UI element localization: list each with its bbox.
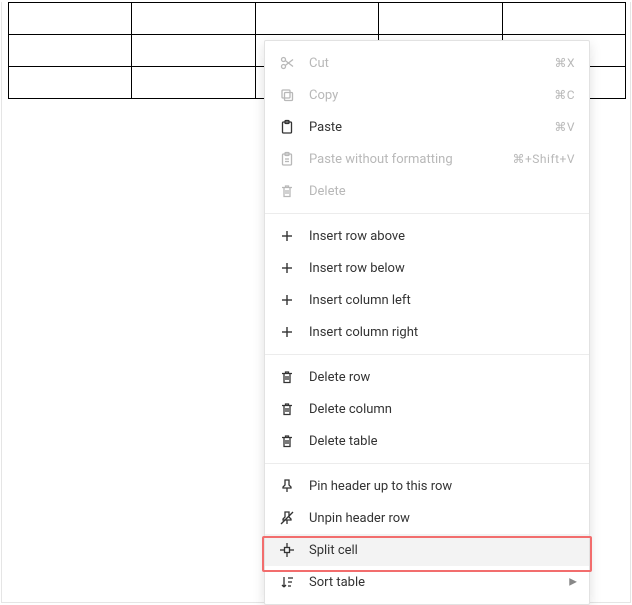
menu-label: Delete <box>309 184 575 199</box>
menu-unpin-header[interactable]: Unpin header row <box>265 502 589 534</box>
menu-label: Copy <box>309 88 554 103</box>
trash-icon <box>279 183 295 199</box>
menu-paste-plain: Paste without formatting ⌘+Shift+V <box>265 143 589 175</box>
submenu-arrow-icon: ▶ <box>569 577 577 588</box>
plus-icon <box>279 228 295 244</box>
menu-label: Paste without formatting <box>309 152 512 167</box>
menu-insert-row-above[interactable]: Insert row above <box>265 220 589 252</box>
menu-label: Delete table <box>309 434 575 449</box>
menu-label: Insert column left <box>309 293 575 308</box>
menu-paste[interactable]: Paste ⌘V <box>265 111 589 143</box>
menu-label: Delete row <box>309 370 575 385</box>
trash-icon <box>279 401 295 417</box>
editor-canvas: Cut ⌘X Copy ⌘C Paste ⌘V <box>1 2 631 603</box>
menu-shortcut: ⌘V <box>554 120 575 134</box>
scissors-icon <box>279 55 295 71</box>
menu-shortcut: ⌘C <box>554 88 575 102</box>
menu-delete-column[interactable]: Delete column <box>265 393 589 425</box>
menu-label: Split cell <box>309 543 575 558</box>
menu-delete-row[interactable]: Delete row <box>265 361 589 393</box>
trash-icon <box>279 369 295 385</box>
menu-pin-header[interactable]: Pin header up to this row <box>265 470 589 502</box>
menu-copy: Copy ⌘C <box>265 79 589 111</box>
menu-shortcut: ⌘+Shift+V <box>512 152 575 166</box>
menu-label: Unpin header row <box>309 511 575 526</box>
menu-label: Paste <box>309 120 554 135</box>
menu-label: Pin header up to this row <box>309 479 575 494</box>
menu-delete: Delete <box>265 175 589 207</box>
menu-label: Insert column right <box>309 325 575 340</box>
plus-icon <box>279 292 295 308</box>
menu-shortcut: ⌘X <box>554 56 575 70</box>
menu-sort-table[interactable]: Sort table ▶ <box>265 566 589 598</box>
sort-icon <box>279 574 295 590</box>
menu-label: Cut <box>309 56 554 71</box>
pin-icon <box>279 478 295 494</box>
menu-divider <box>265 213 589 214</box>
menu-label: Insert row above <box>309 229 575 244</box>
menu-label: Delete column <box>309 402 575 417</box>
menu-delete-table[interactable]: Delete table <box>265 425 589 457</box>
menu-label: Insert row below <box>309 261 575 276</box>
menu-divider <box>265 463 589 464</box>
menu-insert-row-below[interactable]: Insert row below <box>265 252 589 284</box>
menu-cut: Cut ⌘X <box>265 47 589 79</box>
table-row <box>9 3 626 35</box>
plus-icon <box>279 260 295 276</box>
menu-label: Sort table <box>309 575 575 590</box>
table-context-menu: Cut ⌘X Copy ⌘C Paste ⌘V <box>264 40 590 605</box>
clipboard-plain-icon <box>279 151 295 167</box>
menu-divider <box>265 354 589 355</box>
clipboard-icon <box>279 119 295 135</box>
menu-insert-col-right[interactable]: Insert column right <box>265 316 589 348</box>
menu-insert-col-left[interactable]: Insert column left <box>265 284 589 316</box>
copy-icon <box>279 87 295 103</box>
unpin-icon <box>279 510 295 526</box>
plus-icon <box>279 324 295 340</box>
trash-icon <box>279 433 295 449</box>
menu-split-cell[interactable]: Split cell <box>265 534 589 566</box>
split-cell-icon <box>279 542 295 558</box>
